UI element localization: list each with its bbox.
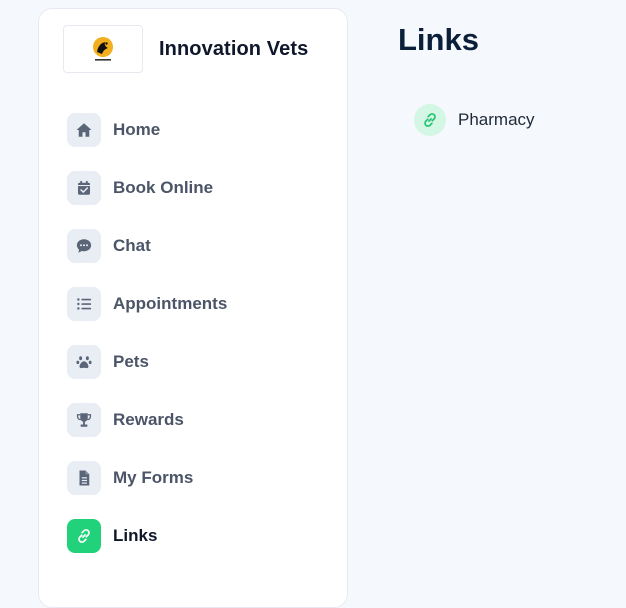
paw-icon [67, 345, 101, 379]
brand: Innovation Vets [63, 25, 308, 73]
link-item-pharmacy[interactable]: Pharmacy [414, 104, 535, 136]
trophy-icon [67, 403, 101, 437]
sidebar-item-label: Home [113, 120, 161, 139]
sidebar-item-pets[interactable]: Pets [67, 333, 337, 391]
sidebar-item-label: My Forms [113, 468, 194, 487]
page-title: Links [398, 22, 479, 57]
link-icon [67, 519, 101, 553]
sidebar-item-links[interactable]: Links [67, 507, 337, 565]
sidebar-item-label: Links [113, 526, 158, 545]
sidebar-item-label: Book Online [113, 178, 214, 197]
document-icon [67, 461, 101, 495]
brand-name: Innovation Vets [159, 37, 309, 60]
sidebar-nav: Home Book Online Chat Appointments Pets … [67, 101, 337, 565]
sidebar-item-my-forms[interactable]: My Forms [67, 449, 337, 507]
sidebar-item-chat[interactable]: Chat [67, 217, 337, 275]
sidebar-item-rewards[interactable]: Rewards [67, 391, 337, 449]
sidebar-item-book-online[interactable]: Book Online [67, 159, 337, 217]
sidebar-item-label: Appointments [113, 294, 228, 313]
chat-bubble-icon [67, 229, 101, 263]
link-label: Pharmacy [458, 110, 535, 129]
calendar-check-icon [67, 171, 101, 205]
link-icon [414, 104, 446, 136]
sidebar-item-home[interactable]: Home [67, 101, 337, 159]
list-icon [67, 287, 101, 321]
sidebar-item-label: Chat [113, 236, 151, 255]
sidebar: Innovation Vets Home Book Online Chat Ap… [38, 8, 348, 608]
home-icon [67, 113, 101, 147]
innovation-vets-logo-icon [93, 37, 113, 61]
sidebar-item-label: Pets [113, 352, 149, 371]
sidebar-item-appointments[interactable]: Appointments [67, 275, 337, 333]
sidebar-item-label: Rewards [113, 410, 184, 429]
logo[interactable] [63, 25, 143, 73]
